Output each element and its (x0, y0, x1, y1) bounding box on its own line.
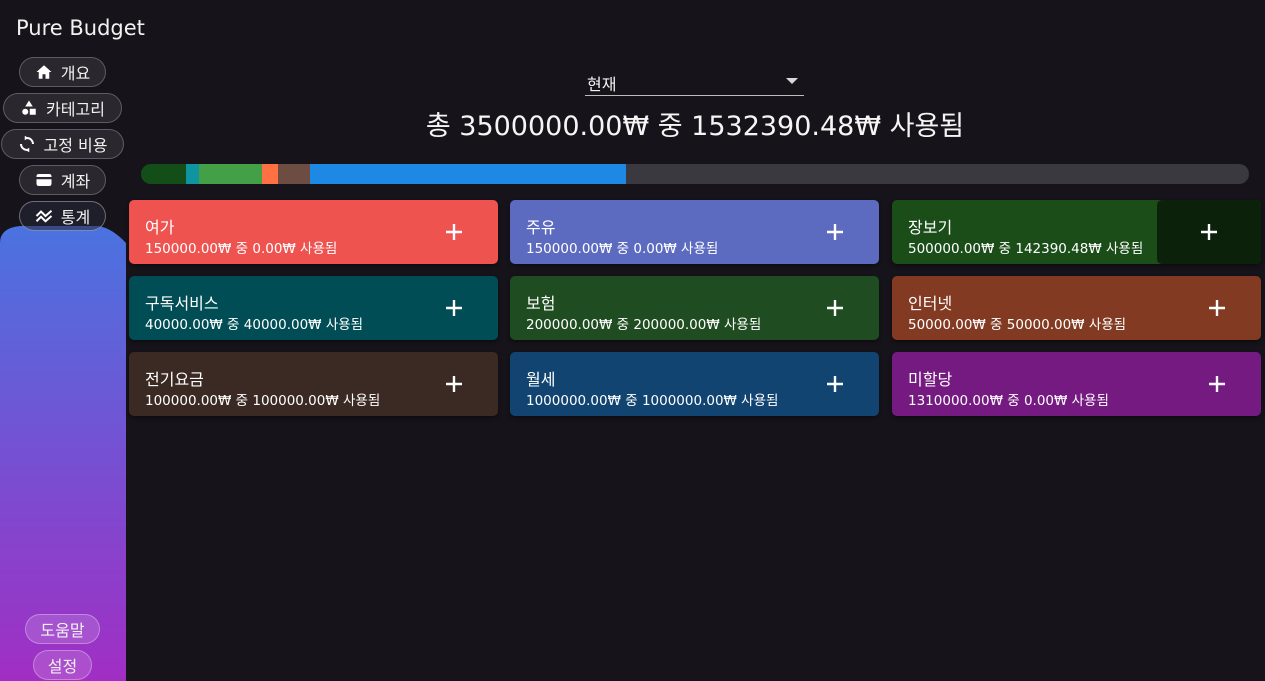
settings-button[interactable]: 설정 (33, 650, 92, 680)
dropdown-arrow-icon (786, 78, 798, 84)
category-card[interactable]: 장보기 500000.00₩ 중 142390.48₩ 사용됨 (892, 200, 1261, 264)
budget-summary: 총 3500000.00₩ 중 1532390.48₩ 사용됨 (425, 111, 965, 142)
budget-bar-segment (309, 164, 627, 184)
nav-categories-label: 카테고리 (46, 100, 105, 119)
add-expense-button[interactable] (410, 200, 498, 264)
home-icon (36, 65, 52, 79)
nav-overview-label: 개요 (60, 64, 91, 83)
category-name: 주유 (526, 218, 556, 237)
category-card[interactable]: 인터넷 50000.00₩ 중 50000.00₩ 사용됨 (892, 276, 1261, 340)
category-card[interactable]: 보험 200000.00₩ 중 200000.00₩ 사용됨 (510, 276, 879, 340)
help-label: 도움말 (40, 621, 85, 640)
budget-bar-segment (198, 164, 262, 184)
budget-bar-segment (141, 164, 187, 184)
add-expense-button[interactable] (791, 276, 879, 340)
nav-accounts-label: 계좌 (60, 172, 91, 191)
budget-bar-segment (277, 164, 310, 184)
nav-categories-button[interactable]: 카테고리 (3, 93, 122, 123)
app-root: Pure Budget 개요 카테고리 고정 비용 계좌 통계 도움말 설정 현… (0, 0, 1265, 681)
nav-overview-button[interactable]: 개요 (19, 57, 106, 87)
plus-icon (827, 224, 843, 240)
category-usage: 200000.00₩ 중 200000.00₩ 사용됨 (526, 317, 762, 333)
category-name: 보험 (526, 294, 556, 313)
period-value: 현재 (587, 75, 617, 94)
category-usage: 100000.00₩ 중 100000.00₩ 사용됨 (145, 393, 381, 409)
wallet-icon (36, 174, 52, 186)
category-card[interactable]: 구독서비스 40000.00₩ 중 40000.00₩ 사용됨 (129, 276, 498, 340)
add-expense-button[interactable] (410, 276, 498, 340)
category-usage: 50000.00₩ 중 50000.00₩ 사용됨 (908, 317, 1127, 333)
period-dropdown[interactable]: 현재 (585, 68, 804, 96)
category-name: 미할당 (908, 370, 953, 389)
category-card[interactable]: 미할당 1310000.00₩ 중 0.00₩ 사용됨 (892, 352, 1261, 416)
repeat-icon (19, 135, 34, 153)
category-usage: 40000.00₩ 중 40000.00₩ 사용됨 (145, 317, 364, 333)
nav-statistics-button[interactable]: 통계 (19, 201, 106, 231)
category-usage: 150000.00₩ 중 0.00₩ 사용됨 (145, 241, 338, 257)
nav-accounts-button[interactable]: 계좌 (19, 165, 106, 195)
category-name: 월세 (526, 370, 556, 389)
budget-bar-segment (261, 164, 278, 184)
category-name: 여가 (145, 218, 175, 237)
plus-icon (446, 224, 462, 240)
category-card[interactable]: 전기요금 100000.00₩ 중 100000.00₩ 사용됨 (129, 352, 498, 416)
category-name: 장보기 (908, 218, 953, 237)
category-usage: 1000000.00₩ 중 1000000.00₩ 사용됨 (526, 393, 779, 409)
category-usage: 500000.00₩ 중 142390.48₩ 사용됨 (908, 241, 1144, 257)
add-expense-button[interactable] (1173, 352, 1261, 416)
app-title: Pure Budget (16, 16, 145, 40)
category-card[interactable]: 주유 150000.00₩ 중 0.00₩ 사용됨 (510, 200, 879, 264)
shapes-icon (22, 100, 36, 115)
category-card[interactable]: 월세 1000000.00₩ 중 1000000.00₩ 사용됨 (510, 352, 879, 416)
add-expense-button[interactable] (410, 352, 498, 416)
category-usage: 1310000.00₩ 중 0.00₩ 사용됨 (908, 393, 1109, 409)
category-usage: 150000.00₩ 중 0.00₩ 사용됨 (526, 241, 719, 257)
plus-icon (1209, 300, 1225, 316)
help-button[interactable]: 도움말 (25, 614, 100, 644)
nav-fixed-costs-label: 고정 비용 (43, 136, 108, 155)
plus-icon (446, 376, 462, 392)
plus-icon (827, 300, 843, 316)
plus-icon (1209, 376, 1225, 392)
budget-bar-segment (186, 164, 199, 184)
nav-fixed-costs-button[interactable]: 고정 비용 (1, 129, 124, 159)
category-name: 구독서비스 (145, 294, 219, 313)
budget-progress-bar (141, 164, 1249, 184)
add-expense-button[interactable] (1173, 276, 1261, 340)
category-name: 인터넷 (908, 294, 953, 313)
plus-icon (1201, 224, 1217, 240)
category-name: 전기요금 (145, 370, 204, 389)
stats-icon (35, 210, 52, 223)
category-card[interactable]: 여가 150000.00₩ 중 0.00₩ 사용됨 (129, 200, 498, 264)
add-expense-button[interactable] (1157, 200, 1261, 264)
add-expense-button[interactable] (791, 200, 879, 264)
settings-label: 설정 (47, 657, 78, 676)
plus-icon (446, 300, 462, 316)
plus-icon (827, 376, 843, 392)
add-expense-button[interactable] (791, 352, 879, 416)
nav-statistics-label: 통계 (60, 208, 91, 227)
